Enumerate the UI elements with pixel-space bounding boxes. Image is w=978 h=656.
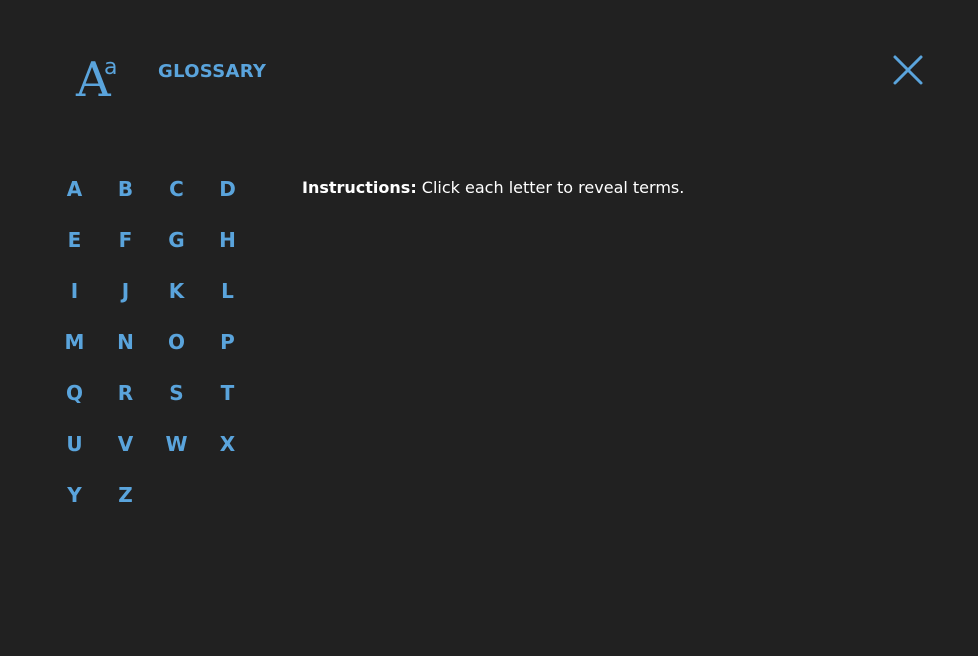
letter-h-button[interactable]: H — [202, 214, 253, 265]
letter-w-button[interactable]: W — [151, 418, 202, 469]
instructions-label: Instructions: — [302, 178, 417, 197]
letter-z-button[interactable]: Z — [100, 469, 151, 520]
instructions: Instructions: Click each letter to revea… — [302, 177, 684, 199]
letter-y-button[interactable]: Y — [49, 469, 100, 520]
instructions-text: Click each letter to reveal terms. — [416, 178, 685, 197]
letter-i-button[interactable]: I — [49, 265, 100, 316]
close-icon[interactable] — [890, 52, 926, 88]
letter-k-button[interactable]: K — [151, 265, 202, 316]
icon-letter-small: a — [104, 55, 117, 80]
letter-g-button[interactable]: G — [151, 214, 202, 265]
letter-p-button[interactable]: P — [202, 316, 253, 367]
letter-b-button[interactable]: B — [100, 163, 151, 214]
font-aa-icon: A a — [75, 52, 117, 100]
letter-t-button[interactable]: T — [202, 367, 253, 418]
letter-c-button[interactable]: C — [151, 163, 202, 214]
letter-grid: ABCD EFGH IJKL MNOP QRST UVWX YZ — [49, 163, 253, 520]
letter-d-button[interactable]: D — [202, 163, 253, 214]
letter-r-button[interactable]: R — [100, 367, 151, 418]
letter-f-button[interactable]: F — [100, 214, 151, 265]
letter-m-button[interactable]: M — [49, 316, 100, 367]
letter-s-button[interactable]: S — [151, 367, 202, 418]
letter-e-button[interactable]: E — [49, 214, 100, 265]
letter-n-button[interactable]: N — [100, 316, 151, 367]
letter-o-button[interactable]: O — [151, 316, 202, 367]
letter-x-button[interactable]: X — [202, 418, 253, 469]
letter-u-button[interactable]: U — [49, 418, 100, 469]
letter-j-button[interactable]: J — [100, 265, 151, 316]
letter-l-button[interactable]: L — [202, 265, 253, 316]
glossary-title: GLOSSARY — [158, 61, 267, 82]
letter-v-button[interactable]: V — [100, 418, 151, 469]
letter-q-button[interactable]: Q — [49, 367, 100, 418]
letter-a-button[interactable]: A — [49, 163, 100, 214]
glossary-panel: A a GLOSSARY ABCDEFGHIJKLMNOPQRSTUVWXYZ … — [0, 0, 978, 656]
